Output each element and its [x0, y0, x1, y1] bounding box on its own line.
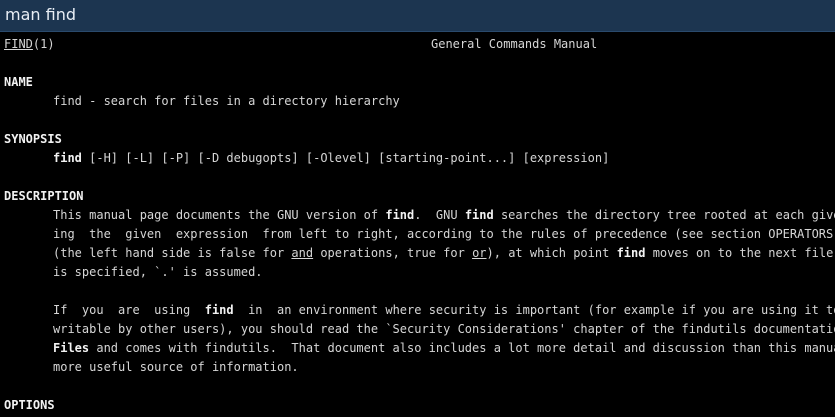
find-keyword: find — [464, 208, 494, 222]
files-keyword: Files — [53, 341, 90, 355]
text-span: operations, true for — [313, 246, 473, 260]
name-text: find - search for files in a directory h… — [53, 94, 400, 108]
find-keyword: find — [385, 208, 415, 222]
description-p1-line1: This manual page documents the GNU versi… — [53, 206, 835, 225]
synopsis-command: find — [53, 151, 82, 165]
description-p2-line3: Files and comes with findutils. That doc… — [53, 339, 835, 358]
text-span: (the left hand side is false for — [53, 246, 292, 260]
or-underlined: or — [472, 246, 487, 260]
text-span: searches the directory tree rooted at ea… — [493, 208, 835, 222]
text-span: ), at which point — [486, 246, 617, 260]
text-span: moves on to the next file nam — [652, 246, 834, 260]
name-heading: NAME — [4, 75, 33, 89]
find-keyword: find — [204, 303, 234, 317]
terminal-window: man find FIND(1) General Commands Manual… — [0, 0, 835, 417]
terminal-output[interactable]: FIND(1) General Commands Manual NAME fin… — [0, 32, 835, 417]
synopsis-heading: SYNOPSIS — [4, 132, 62, 146]
text-span: . GNU — [414, 208, 465, 222]
manual-title: General Commands Manual — [431, 37, 598, 51]
page-name: FIND — [4, 37, 33, 51]
title-bar[interactable]: man find — [0, 0, 835, 32]
and-underlined: and — [291, 246, 314, 260]
description-heading: DESCRIPTION — [4, 189, 84, 203]
text-span: and comes with findutils. That document … — [89, 341, 835, 355]
text-span: in an environment where security is impo… — [233, 303, 835, 317]
synopsis-line: find [-H] [-L] [-P] [-D debugopts] [-Ole… — [53, 149, 609, 168]
text-span: This manual page documents the GNU versi… — [53, 208, 386, 222]
description-p2-line4: more useful source of information. — [53, 360, 299, 374]
description-p1-line2: ing the given expression from left to ri… — [53, 227, 835, 241]
man-header-left: FIND(1) — [4, 35, 55, 54]
description-p1-line3: (the left hand side is false for and ope… — [53, 244, 835, 263]
page-section: (1) — [32, 37, 55, 51]
text-span: If you are using — [53, 303, 205, 317]
description-p2-line2: writable by other users), you should rea… — [53, 322, 835, 336]
description-p1-line4: is specified, `.' is assumed. — [53, 265, 263, 279]
find-keyword: find — [616, 246, 646, 260]
synopsis-args: [-H] [-L] [-P] [-D debugopts] [-Olevel] … — [81, 151, 610, 165]
description-p2-line1: If you are using find in an environment … — [53, 301, 835, 320]
window-title: man find — [5, 5, 76, 24]
options-heading: OPTIONS — [4, 398, 55, 412]
